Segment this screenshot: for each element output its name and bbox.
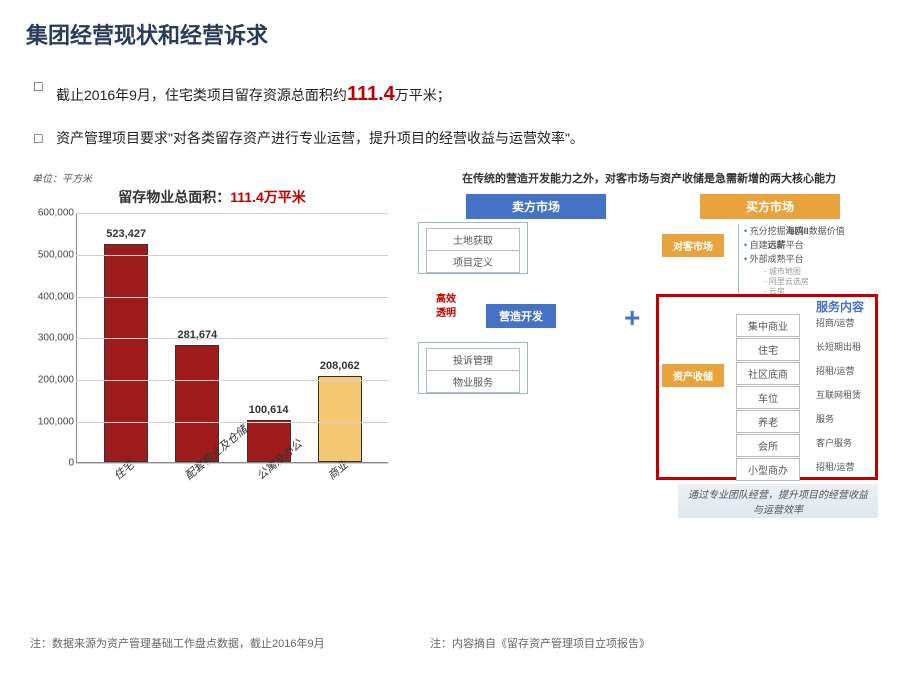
y-tick: 400,000 (38, 291, 74, 302)
y-tick: 500,000 (38, 250, 74, 261)
diagram: 卖方市场 买方市场 土地获取 项目定义 高效 透明 营造开发 投诉管理 物业服务… (418, 194, 880, 514)
service-right-2: 招租/运营 (816, 364, 855, 377)
service-right-4: 服务 (816, 412, 834, 425)
y-tick: 100,000 (38, 416, 74, 427)
bullet-1: 截止2016年9月，住宅类项目留存资源总面积约111.4万平米； (56, 68, 920, 120)
service-right-6: 招租/运营 (816, 460, 855, 473)
tag-efficiency-b: 透明 (436, 304, 456, 319)
plus-icon: + (624, 302, 640, 334)
customer-bullet-0: 充分挖掘海鸥II数据价值 (744, 224, 845, 237)
connector-line (738, 224, 739, 294)
y-tick: 300,000 (38, 333, 74, 344)
left-box-1: 项目定义 (426, 250, 520, 273)
diagram-headline: 在传统的营造开发能力之外，对客市场与资产收储是急需新增的两大核心能力 (418, 170, 880, 186)
asset-box-3: 车位 (736, 386, 800, 409)
left-box2-0: 投诉管理 (426, 348, 520, 371)
chart-unit-label: 单位：平方米 (32, 170, 406, 185)
y-tick: 200,000 (38, 375, 74, 386)
customer-tag: 对客市场 (662, 234, 724, 257)
diagram-caption: 通过专业团队经营，提升项目的经营收益与运营效率 (678, 484, 878, 518)
left-box2-1: 物业服务 (426, 370, 520, 393)
footnote-right: 注：内容摘自《留存资产管理项目立项报告》 (430, 635, 650, 651)
chart-title-highlight: 111.4万平米 (230, 189, 306, 205)
bullet-1-suffix: 万平米； (395, 87, 451, 103)
service-title: 服务内容 (816, 298, 864, 315)
gridline (76, 297, 388, 298)
bar-chart: 0100,000200,000300,000400,000500,000600,… (28, 213, 388, 503)
footnote-left: 注：数据来源为资产管理基础工作盘点数据，截止2016年9月 (30, 635, 325, 651)
asset-box-2: 社区底商 (736, 362, 800, 385)
y-tick: 0 (68, 458, 74, 469)
tag-efficiency-a: 高效 (436, 290, 456, 305)
chart-title: 留存物业总面积：111.4万平米 (18, 187, 406, 207)
asset-box-0: 集中商业 (736, 314, 800, 337)
gridline (76, 338, 388, 339)
bar-label-3: 208,062 (320, 360, 360, 372)
gridline (76, 255, 388, 256)
service-right-3: 互联网租赁 (816, 388, 861, 401)
y-tick: 600,000 (38, 208, 74, 219)
gridline (76, 380, 388, 381)
gridline (76, 422, 388, 423)
buyer-header: 买方市场 (700, 194, 840, 219)
page-title: 集团经营现状和经营诉求 (0, 0, 920, 50)
bullet-2: 资产管理项目要求"对各类留存资产进行专业运营，提升项目的经营收益与运营效率"。 (56, 120, 920, 156)
asset-box-5: 会所 (736, 434, 800, 457)
customer-bullet-2: 外部成熟平台 (744, 252, 804, 265)
service-right-5: 客户服务 (816, 436, 852, 449)
asset-box-1: 住宅 (736, 338, 800, 361)
bar-3 (318, 376, 362, 463)
seller-header: 卖方市场 (466, 194, 606, 219)
chart-panel: 单位：平方米 留存物业总面积：111.4万平米 0 100,000 200,000 3… (18, 170, 406, 514)
asset-box-6: 小型商办 (736, 458, 800, 481)
asset-tag: 资产收储 (662, 364, 724, 387)
chart-title-prefix: 留存物业总面积： (118, 189, 230, 205)
gridline (76, 213, 388, 214)
bar-label-2: 100,614 (249, 404, 289, 416)
left-box-0: 土地获取 (426, 228, 520, 251)
diagram-panel: 在传统的营造开发能力之外，对客市场与资产收储是急需新增的两大核心能力 卖方市场 … (418, 170, 880, 514)
asset-box-4: 养老 (736, 410, 800, 433)
bullet-1-highlight: 111.4 (347, 83, 395, 105)
gridline (76, 463, 388, 464)
customer-bullet-1: 自建远薪平台 (744, 238, 804, 251)
service-right-0: 招商/运营 (816, 316, 855, 329)
bullet-list: 截止2016年9月，住宅类项目留存资源总面积约111.4万平米； 资产管理项目要… (0, 50, 920, 156)
bar-label-0: 523,427 (106, 228, 146, 240)
bar-0 (104, 244, 148, 462)
mid-box: 营造开发 (486, 304, 556, 328)
y-axis: 0100,000200,000300,000400,000500,000600,… (28, 213, 76, 463)
service-right-1: 长短期出租 (816, 340, 861, 353)
bullet-1-prefix: 截止2016年9月，住宅类项目留存资源总面积约 (56, 87, 347, 103)
